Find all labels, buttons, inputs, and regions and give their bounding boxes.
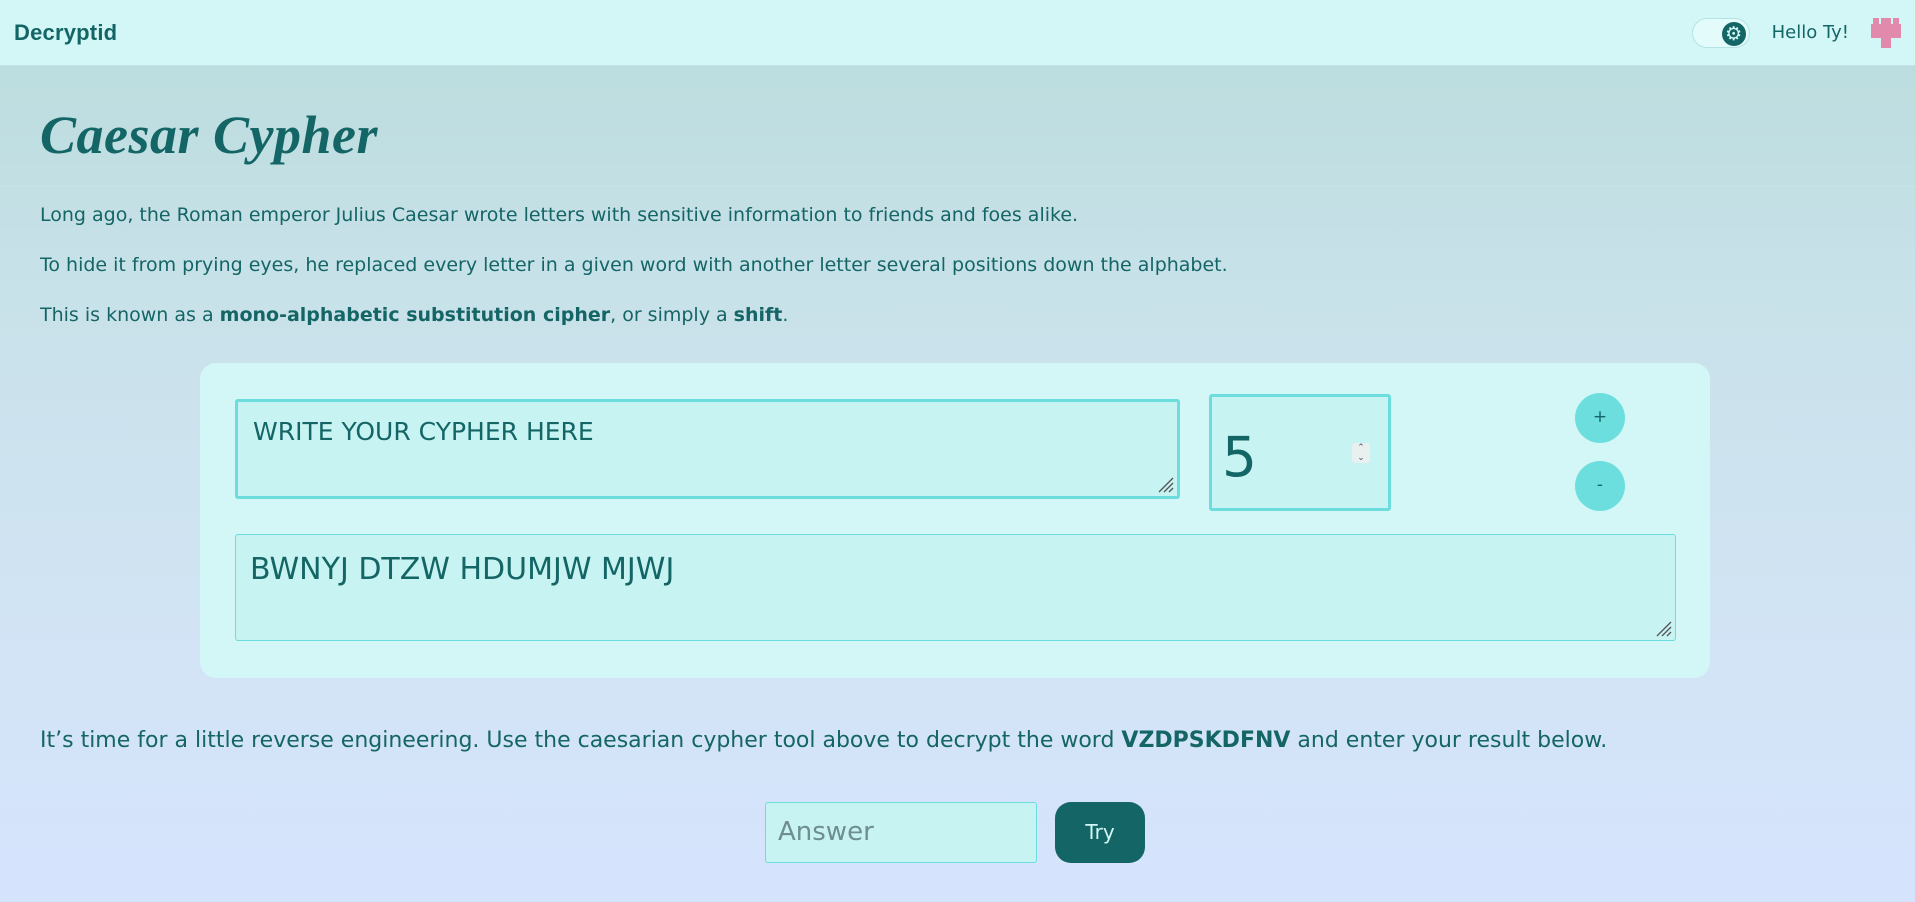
shift-number-input[interactable]: 5 ⌃ ⌄ [1209, 394, 1391, 511]
para3-mid: , or simply a [610, 304, 734, 326]
intro-paragraph-2: To hide it from prying eyes, he replaced… [40, 254, 1228, 276]
nav-right: ⚙ Hello Ty! [1691, 17, 1901, 48]
resize-grip-icon[interactable] [1157, 476, 1174, 493]
navbar: Decryptid ⚙ Hello Ty! [0, 0, 1915, 66]
theme-toggle[interactable]: ⚙ [1691, 17, 1750, 48]
pixel-avatar-icon[interactable] [1871, 17, 1901, 48]
intro-paragraph-3: This is known as a mono-alphabetic subst… [40, 304, 788, 326]
term-cipher: mono-alphabetic substitution cipher [219, 304, 611, 326]
cypher-output[interactable]: BWNYJ DTZW HDUMJW MJWJ [235, 534, 1676, 641]
spinner-arrows-icon[interactable]: ⌃ ⌄ [1352, 443, 1370, 463]
brand-logo[interactable]: Decryptid [14, 20, 117, 46]
para3-pre: This is known as a [40, 304, 220, 326]
cypher-tool-card: WRITE YOUR CYPHER HERE 5 ⌃ ⌄ + - BWNYJ DT… [200, 363, 1710, 678]
cypher-output-text: BWNYJ DTZW HDUMJW MJWJ [250, 552, 675, 587]
term-shift: shift [733, 304, 783, 326]
answer-input[interactable]: Answer [765, 802, 1037, 863]
cypher-input-text: WRITE YOUR CYPHER HERE [253, 417, 594, 446]
user-greeting: Hello Ty! [1771, 22, 1849, 43]
challenge-text: It’s time for a little reverse engineeri… [40, 728, 1607, 753]
try-button[interactable]: Try [1055, 802, 1145, 863]
challenge-post: and enter your result below. [1290, 728, 1608, 753]
title-divider [0, 186, 1915, 187]
cypher-input[interactable]: WRITE YOUR CYPHER HERE [235, 399, 1180, 499]
increment-button[interactable]: + [1575, 393, 1625, 443]
para3-post: . [782, 304, 789, 326]
challenge-pre: It’s time for a little reverse engineeri… [40, 728, 1122, 753]
page-title: Caesar Cypher [40, 105, 379, 165]
gear-icon: ⚙ [1721, 21, 1746, 46]
challenge-word: VZDPSKDFNV [1121, 728, 1291, 753]
decrement-button[interactable]: - [1575, 461, 1625, 511]
resize-grip-icon[interactable] [1655, 620, 1672, 637]
shift-value: 5 [1222, 425, 1257, 489]
intro-paragraph-1: Long ago, the Roman emperor Julius Caesa… [40, 204, 1079, 226]
